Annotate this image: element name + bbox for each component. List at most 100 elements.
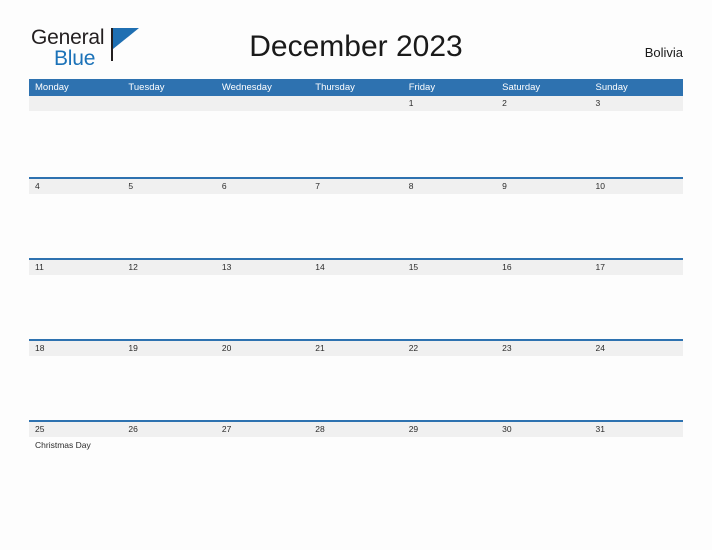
calendar-day-cell[interactable]: 19 xyxy=(122,341,216,420)
weekday-header-saturday: Saturday xyxy=(502,82,541,93)
calendar-day-cell[interactable]: 15 xyxy=(402,260,497,339)
calendar-week-row: 11 12 13 14 15 16 17 xyxy=(29,258,683,339)
day-number-strip: 13 xyxy=(215,260,310,275)
day-number-strip: 6 xyxy=(215,179,310,194)
day-number-strip: 19 xyxy=(122,341,216,356)
calendar-day-cell[interactable]: 3 xyxy=(589,96,683,177)
day-number-strip: 8 xyxy=(402,179,497,194)
day-number-strip: 18 xyxy=(29,341,123,356)
day-number: 1 xyxy=(408,98,414,108)
day-number: 28 xyxy=(315,424,325,434)
calendar-day-cell[interactable]: 30 xyxy=(496,422,590,501)
day-number-strip: 30 xyxy=(496,422,590,437)
day-number-strip: 12 xyxy=(122,260,216,275)
calendar-day-cell[interactable]: 1 xyxy=(402,96,497,177)
day-number-strip xyxy=(122,96,216,111)
day-number: 20 xyxy=(221,343,232,353)
calendar-day-cell[interactable]: 9 xyxy=(496,179,590,258)
day-number-strip: 31 xyxy=(589,422,683,437)
calendar-day-cell[interactable]: 7 xyxy=(309,179,403,258)
day-number-strip: 7 xyxy=(309,179,403,194)
calendar-day-cell[interactable]: 18 xyxy=(29,341,123,420)
calendar-day-cell[interactable]: 12 xyxy=(122,260,216,339)
calendar-day-cell-empty[interactable] xyxy=(29,96,123,177)
day-number: 27 xyxy=(221,424,232,434)
country-label: Bolivia xyxy=(644,45,683,60)
weekday-header-friday: Friday xyxy=(408,82,436,93)
calendar-day-cell-empty[interactable] xyxy=(215,96,310,177)
calendar-day-cell[interactable]: 16 xyxy=(496,260,590,339)
day-number: 23 xyxy=(502,343,512,353)
day-number-strip: 20 xyxy=(215,341,310,356)
calendar-day-cell[interactable]: 6 xyxy=(215,179,310,258)
weekday-header-monday: Monday xyxy=(35,82,69,93)
day-number: 29 xyxy=(408,424,419,434)
calendar-day-cell[interactable]: 31 xyxy=(589,422,683,501)
calendar-week-row: 25 Christmas Day 26 27 28 29 30 31 xyxy=(29,420,683,501)
calendar-day-cell[interactable]: 27 xyxy=(215,422,310,501)
calendar-day-cell-empty[interactable] xyxy=(309,96,403,177)
day-number: 3 xyxy=(595,98,601,108)
page-title: December 2023 xyxy=(249,30,463,63)
day-number-strip xyxy=(309,96,403,111)
day-number-strip: 1 xyxy=(402,96,497,111)
day-number: 10 xyxy=(595,181,605,191)
day-number: 12 xyxy=(128,262,138,272)
calendar-day-cell[interactable]: 28 xyxy=(309,422,403,501)
day-number: 13 xyxy=(221,262,232,272)
day-events: Christmas Day xyxy=(29,437,122,451)
calendar-week-row: 18 19 20 21 22 23 24 xyxy=(29,339,683,420)
day-number: 17 xyxy=(595,262,605,272)
day-number: 16 xyxy=(502,262,512,272)
calendar-day-cell[interactable]: 20 xyxy=(215,341,310,420)
calendar-day-cell[interactable]: 10 xyxy=(589,179,683,258)
weekday-header-tuesday: Tuesday xyxy=(128,82,165,93)
page-header: General Blue December 2023 Bolivia xyxy=(0,0,712,70)
calendar-day-cell[interactable]: 22 xyxy=(402,341,497,420)
calendar-day-cell[interactable]: 21 xyxy=(309,341,403,420)
calendar-day-cell[interactable]: 4 xyxy=(29,179,123,258)
day-number: 5 xyxy=(128,181,134,191)
day-number-strip: 23 xyxy=(496,341,590,356)
holiday-event-label: Christmas Day xyxy=(35,440,91,450)
calendar-day-cell[interactable]: 2 xyxy=(496,96,590,177)
day-number-strip: 16 xyxy=(496,260,590,275)
calendar-day-cell[interactable]: 26 xyxy=(122,422,216,501)
day-number: 31 xyxy=(595,424,605,434)
day-number: 8 xyxy=(408,181,414,191)
day-number-strip: 9 xyxy=(496,179,590,194)
calendar-day-cell[interactable]: 23 xyxy=(496,341,590,420)
calendar-week-row: 4 5 6 7 8 9 10 xyxy=(29,177,683,258)
calendar-table: Monday Tuesday Wednesday Thursday Friday… xyxy=(29,79,683,501)
day-number-strip: 10 xyxy=(589,179,683,194)
calendar-day-cell[interactable]: 5 xyxy=(122,179,216,258)
day-number: 21 xyxy=(315,343,325,353)
day-number-strip: 28 xyxy=(309,422,403,437)
day-number: 26 xyxy=(128,424,138,434)
day-number: 24 xyxy=(595,343,605,353)
calendar-day-cell[interactable]: 13 xyxy=(215,260,310,339)
calendar-day-cell[interactable]: 17 xyxy=(589,260,683,339)
calendar-day-cell[interactable]: 11 xyxy=(29,260,123,339)
calendar-day-cell[interactable]: 14 xyxy=(309,260,403,339)
calendar-day-cell[interactable]: 25 Christmas Day xyxy=(29,422,123,501)
day-number: 9 xyxy=(502,181,507,191)
day-number-strip xyxy=(29,96,123,111)
day-number-strip: 17 xyxy=(589,260,683,275)
calendar-day-cell[interactable]: 24 xyxy=(589,341,683,420)
day-number: 6 xyxy=(221,181,227,191)
day-number-strip: 14 xyxy=(309,260,403,275)
day-number-strip: 5 xyxy=(122,179,216,194)
day-number-strip xyxy=(215,96,310,111)
day-number-strip: 15 xyxy=(402,260,497,275)
calendar-day-cell-empty[interactable] xyxy=(122,96,216,177)
day-number-strip: 21 xyxy=(309,341,403,356)
day-number: 11 xyxy=(35,262,44,272)
day-number: 22 xyxy=(408,343,419,353)
day-number-strip: 22 xyxy=(402,341,497,356)
day-number: 14 xyxy=(315,262,325,272)
day-number-strip: 2 xyxy=(496,96,590,111)
calendar-day-cell[interactable]: 8 xyxy=(402,179,497,258)
day-number: 19 xyxy=(128,343,138,353)
calendar-day-cell[interactable]: 29 xyxy=(402,422,497,501)
